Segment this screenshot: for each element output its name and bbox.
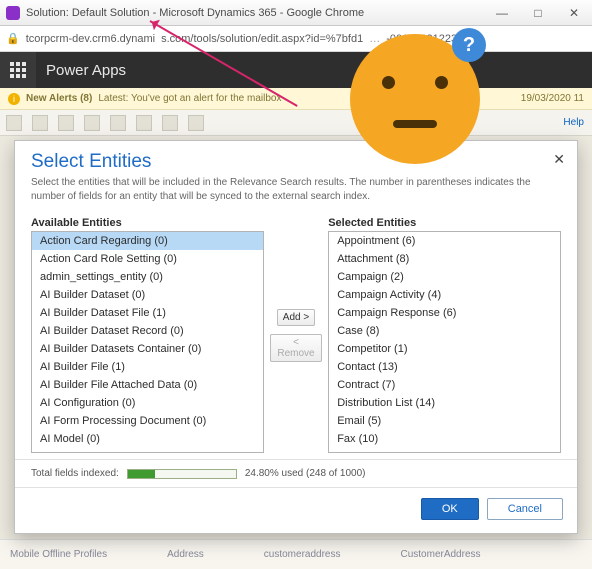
available-column: Available Entities Action Card Regarding… (31, 217, 264, 453)
list-item[interactable]: AI Builder Dataset (0) (32, 286, 263, 304)
alert-text: Latest: You've got an alert for the mail… (98, 93, 281, 104)
list-item[interactable]: Fax (10) (329, 430, 560, 448)
ok-button[interactable]: OK (421, 498, 479, 520)
list-item[interactable]: Campaign Response (6) (329, 304, 560, 322)
list-item[interactable]: Distribution List (14) (329, 394, 560, 412)
available-listbox[interactable]: Action Card Regarding (0)Action Card Rol… (31, 231, 264, 453)
ribbon-button[interactable] (162, 115, 178, 131)
maximize-button[interactable]: □ (520, 0, 556, 26)
select-entities-dialog: ✕ Select Entities Select the entities th… (14, 140, 578, 534)
dialog-title: Select Entities (31, 151, 561, 173)
list-item[interactable]: Case (8) (329, 322, 560, 340)
alert-icon: i (8, 93, 20, 105)
list-item[interactable]: AI Configuration (0) (32, 394, 263, 412)
list-item[interactable]: Contract (7) (329, 376, 560, 394)
window-controls: — □ ✕ (484, 0, 592, 26)
bg-link: Mobile Offline Profiles (10, 549, 107, 560)
window-title: Solution: Default Solution - Microsoft D… (26, 7, 484, 19)
emoji-eye-icon (382, 76, 395, 89)
ribbon-button[interactable] (136, 115, 152, 131)
emoji-mouth-icon (393, 120, 437, 128)
progress-fill (128, 470, 155, 478)
transfer-buttons: Add > < Remove (270, 217, 322, 453)
selected-label: Selected Entities (328, 217, 561, 229)
list-item[interactable]: AI Model (0) (32, 430, 263, 448)
status-label: Total fields indexed: (31, 468, 119, 479)
selected-listbox[interactable]: Appointment (6)Attachment (8)Campaign (2… (328, 231, 561, 453)
dialog-status: Total fields indexed: 24.80% used (248 o… (15, 459, 577, 488)
cancel-button[interactable]: Cancel (487, 498, 563, 520)
list-item[interactable]: Action Card Role Setting (0) (32, 250, 263, 268)
dialog-actions: OK Cancel (15, 488, 577, 530)
ribbon-button[interactable] (6, 115, 22, 131)
remove-button[interactable]: < Remove (270, 334, 322, 362)
selected-column: Selected Entities Appointment (6)Attachm… (328, 217, 561, 453)
ribbon-button[interactable] (32, 115, 48, 131)
ribbon-button[interactable] (58, 115, 74, 131)
annotation-emoji: ? (350, 34, 480, 164)
list-item[interactable]: Campaign (2) (329, 268, 560, 286)
dialog-close-button[interactable]: ✕ (553, 151, 565, 168)
list-item[interactable]: AI Builder File Attached Data (0) (32, 376, 263, 394)
list-item[interactable]: Appointment (6) (329, 232, 560, 250)
window-titlebar: Solution: Default Solution - Microsoft D… (0, 0, 592, 26)
ribbon-toolbar: Help (0, 110, 592, 136)
url-fragment-2: s.com/tools/solution/edit.aspx?id=%7bfd1 (161, 33, 363, 45)
add-button[interactable]: Add > (277, 309, 315, 326)
background-footer: Mobile Offline Profiles Address customer… (0, 539, 592, 569)
list-item[interactable]: Action Card Regarding (0) (32, 232, 263, 250)
ribbon-button[interactable] (84, 115, 100, 131)
list-item[interactable]: AI Builder Datasets Container (0) (32, 340, 263, 358)
status-value: 24.80% used (248 of 1000) (245, 468, 366, 479)
app-brand: Power Apps (36, 62, 126, 79)
progress-bar (127, 469, 237, 479)
lock-icon: 🔒 (6, 32, 20, 45)
list-item[interactable]: Competitor (1) (329, 340, 560, 358)
list-item[interactable]: AI Object Detection Bounding Box (0) (32, 448, 263, 453)
minimize-button[interactable]: — (484, 0, 520, 26)
list-item[interactable]: Contact (13) (329, 358, 560, 376)
app-header: Power Apps (0, 52, 592, 88)
emoji-eye-icon (435, 76, 448, 89)
list-item[interactable]: Goal (19) (329, 448, 560, 453)
window-favicon (6, 6, 20, 20)
alert-title: New Alerts (8) (26, 93, 92, 104)
dialog-body: Available Entities Action Card Regarding… (15, 211, 577, 453)
waffle-icon (10, 62, 26, 78)
list-item[interactable]: admin_settings_entity (0) (32, 268, 263, 286)
list-item[interactable]: AI Builder File (1) (32, 358, 263, 376)
url-fragment-1: tcorpcrm-dev.crm6.dynami (26, 33, 155, 45)
app-launcher-button[interactable] (0, 52, 36, 88)
dialog-description: Select the entities that will be include… (31, 176, 561, 203)
alert-date: 19/03/2020 11 (521, 93, 584, 104)
list-item[interactable]: AI Builder Dataset File (1) (32, 304, 263, 322)
emoji-question-badge: ? (452, 28, 486, 62)
list-item[interactable]: AI Builder Dataset Record (0) (32, 322, 263, 340)
list-item[interactable]: AI Form Processing Document (0) (32, 412, 263, 430)
list-item[interactable]: Attachment (8) (329, 250, 560, 268)
dialog-header: Select Entities Select the entities that… (15, 141, 577, 211)
help-link[interactable]: Help (563, 117, 584, 128)
address-bar[interactable]: 🔒 tcorpcrm-dev.crm6.dynami s.com/tools/s… (0, 26, 592, 52)
list-item[interactable]: Campaign Activity (4) (329, 286, 560, 304)
close-window-button[interactable]: ✕ (556, 0, 592, 26)
list-item[interactable]: Email (5) (329, 412, 560, 430)
ribbon-button[interactable] (110, 115, 126, 131)
ribbon-button[interactable] (188, 115, 204, 131)
bg-cell: Address (167, 549, 204, 560)
bg-cell: customeraddress (264, 549, 341, 560)
bg-cell: CustomerAddress (400, 549, 480, 560)
available-label: Available Entities (31, 217, 264, 229)
